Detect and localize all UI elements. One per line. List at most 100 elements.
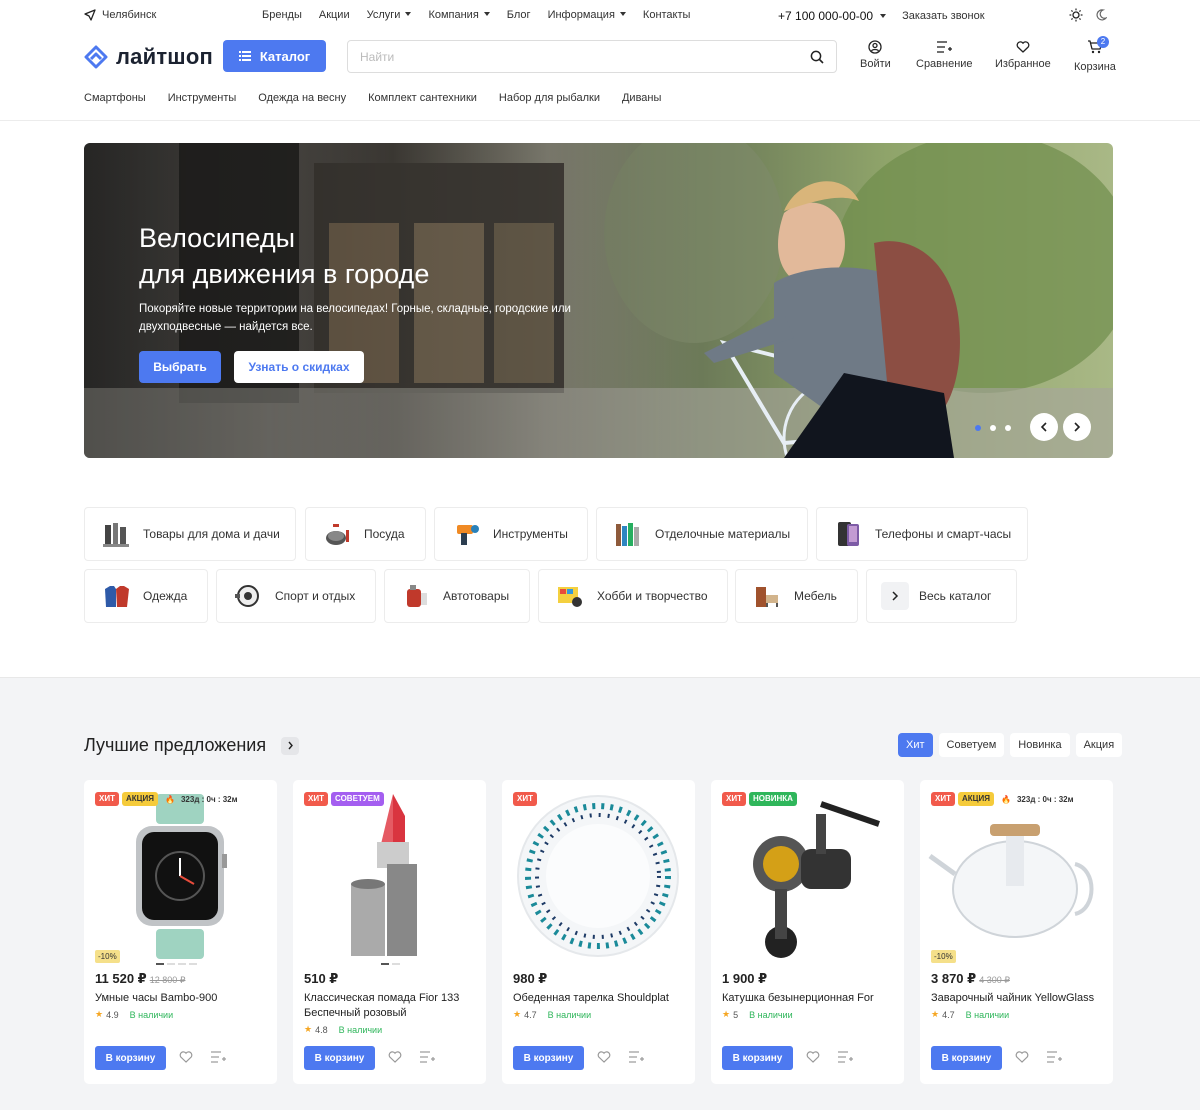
heart-icon[interactable] xyxy=(597,1050,611,1064)
category-home[interactable]: Товары для дома и дачи xyxy=(84,507,296,561)
hero-choose-button[interactable]: Выбрать xyxy=(139,351,221,383)
quick-link[interactable]: Смартфоны xyxy=(84,92,146,104)
rating-value: 4.9 xyxy=(106,1009,119,1020)
top-menu-brands[interactable]: Бренды xyxy=(262,9,302,21)
heart-icon[interactable] xyxy=(806,1050,820,1064)
stock-status: В наличии xyxy=(749,1009,793,1020)
tab-recommend[interactable]: Советуем xyxy=(938,733,1005,757)
top-menu-actions[interactable]: Акции xyxy=(319,9,350,21)
heart-icon[interactable] xyxy=(1015,1050,1029,1064)
top-menu-company[interactable]: Компания xyxy=(428,9,489,21)
hero-dot[interactable] xyxy=(1005,425,1011,431)
top-menu-contacts[interactable]: Контакты xyxy=(643,9,691,21)
fire-icon: 🔥 xyxy=(165,794,175,804)
quick-link[interactable]: Набор для рыбалки xyxy=(499,92,600,104)
image-slider-dots xyxy=(381,963,400,965)
category-clothes[interactable]: Одежда xyxy=(84,569,208,623)
product-card[interactable]: ХИТ СОВЕТУЕМ 510 ₽ Классическая помада F… xyxy=(293,780,486,1084)
category-label: Спорт и отдых xyxy=(275,589,356,603)
category-hobby[interactable]: Хобби и творчество xyxy=(538,569,728,623)
offers-more-button[interactable] xyxy=(281,736,300,755)
product-card[interactable]: ХИТ НОВИНКА 1 900 ₽ Катушка безынерционн… xyxy=(711,780,904,1084)
hero-title: Велосипеды для движения в городе xyxy=(139,220,559,292)
hero-pagination xyxy=(975,425,1011,431)
favorites-label: Избранное xyxy=(995,58,1051,70)
countdown-timer: 323д : 0ч : 32м xyxy=(180,794,238,804)
compare-icon[interactable] xyxy=(837,1050,853,1064)
product-price: 3 870 ₽4 300 ₽ xyxy=(931,971,1010,987)
hero-banner: Велосипеды для движения в городе Покоряйт… xyxy=(84,143,1113,458)
compare-button[interactable]: Сравнение xyxy=(916,40,973,70)
compare-icon[interactable] xyxy=(419,1050,435,1064)
heart-icon[interactable] xyxy=(179,1050,193,1064)
countdown-timer: 323д : 0ч : 32м xyxy=(1016,794,1074,804)
top-menu-services[interactable]: Услуги xyxy=(367,9,412,21)
hero-discounts-button[interactable]: Узнать о скидках xyxy=(234,351,364,383)
sun-icon[interactable] xyxy=(1069,8,1083,22)
city-selector[interactable]: Челябинск xyxy=(84,9,156,21)
category-furniture[interactable]: Мебель xyxy=(735,569,858,623)
category-phones[interactable]: Телефоны и смарт-часы xyxy=(816,507,1028,561)
phone-number[interactable]: +7 100 000-00-00 xyxy=(778,9,886,23)
tab-hit[interactable]: Хит xyxy=(898,733,933,757)
category-sport[interactable]: Спорт и отдых xyxy=(216,569,376,623)
category-auto[interactable]: Автотовары xyxy=(384,569,530,623)
product-name[interactable]: Классическая помада Fior 133 Беспечный р… xyxy=(304,991,479,1021)
add-to-cart-button[interactable]: В корзину xyxy=(513,1046,584,1070)
compare-icon[interactable] xyxy=(1046,1050,1062,1064)
star-icon: ★ xyxy=(513,1009,522,1019)
moon-icon[interactable] xyxy=(1095,9,1107,21)
quick-link[interactable]: Комплект сантехники xyxy=(368,92,477,104)
stock-status: В наличии xyxy=(965,1009,1010,1020)
old-price: 4 300 ₽ xyxy=(979,975,1010,985)
callback-link[interactable]: Заказать звонок xyxy=(902,10,984,22)
category-label: Отделочные материалы xyxy=(655,527,791,541)
add-to-cart-button[interactable]: В корзину xyxy=(931,1046,1002,1070)
tab-action[interactable]: Акция xyxy=(1075,733,1123,757)
compare-icon[interactable] xyxy=(210,1050,226,1064)
hero-title-line1: Велосипеды xyxy=(139,223,295,253)
product-card[interactable]: ХИТ 980 ₽ Обеденная тарелка Shouldplat ★… xyxy=(502,780,695,1084)
rating-value: 5 xyxy=(733,1009,739,1020)
favorites-button[interactable]: Избранное xyxy=(995,40,1051,70)
quick-link[interactable]: Инструменты xyxy=(168,92,237,104)
category-dishes[interactable]: Посуда xyxy=(305,507,426,561)
product-price: 11 520 ₽12 800 ₽ xyxy=(95,971,185,987)
heart-icon xyxy=(1016,41,1030,53)
add-to-cart-button[interactable]: В корзину xyxy=(722,1046,793,1070)
heart-icon[interactable] xyxy=(388,1050,402,1064)
hero-title-line2: для движения в городе xyxy=(139,259,430,289)
top-menu-info[interactable]: Информация xyxy=(548,9,626,21)
offers-tabs: Хит Советуем Новинка Акция xyxy=(898,733,1123,757)
quick-link[interactable]: Диваны xyxy=(622,92,661,104)
sport-icon xyxy=(235,585,259,607)
product-card[interactable]: ХИТ АКЦИЯ 🔥 323д : 0ч : 32м -10% 3 870 ₽… xyxy=(920,780,1113,1084)
hero-next-button[interactable] xyxy=(1063,413,1091,441)
product-name[interactable]: Заварочный чайник YellowGlass xyxy=(931,991,1106,1006)
product-name[interactable]: Обеденная тарелка Shouldplat xyxy=(513,991,688,1006)
product-name[interactable]: Умные часы Bambo-900 xyxy=(95,991,270,1006)
city-name: Челябинск xyxy=(102,9,157,21)
category-tools[interactable]: Инструменты xyxy=(434,507,588,561)
top-menu-blog[interactable]: Блог xyxy=(507,9,531,21)
category-all-catalog[interactable]: Весь каталог xyxy=(866,569,1017,623)
hero-dot[interactable] xyxy=(990,425,996,431)
old-price: 12 800 ₽ xyxy=(149,975,186,985)
add-to-cart-button[interactable]: В корзину xyxy=(304,1046,375,1070)
offers-title: Лучшие предложения xyxy=(84,735,300,756)
cart-button[interactable]: 2 Корзина xyxy=(1074,36,1116,73)
new-badge: НОВИНКА xyxy=(748,792,797,806)
hero-prev-button[interactable] xyxy=(1030,413,1058,441)
hit-badge: ХИТ xyxy=(95,792,119,806)
category-finishing[interactable]: Отделочные материалы xyxy=(596,507,808,561)
hero-dot[interactable] xyxy=(975,425,981,431)
product-card[interactable]: ХИТ АКЦИЯ 🔥 323д : 0ч : 32м -10% 11 520 … xyxy=(84,780,277,1084)
tab-new[interactable]: Новинка xyxy=(1010,733,1070,757)
login-button[interactable]: Войти xyxy=(860,40,891,70)
compare-icon[interactable] xyxy=(628,1050,644,1064)
product-name[interactable]: Катушка безынерционная For xyxy=(722,991,897,1006)
cookware-icon xyxy=(326,524,349,545)
quick-link[interactable]: Одежда на весну xyxy=(258,92,346,104)
add-to-cart-button[interactable]: В корзину xyxy=(95,1046,166,1070)
user-icon xyxy=(868,40,883,54)
